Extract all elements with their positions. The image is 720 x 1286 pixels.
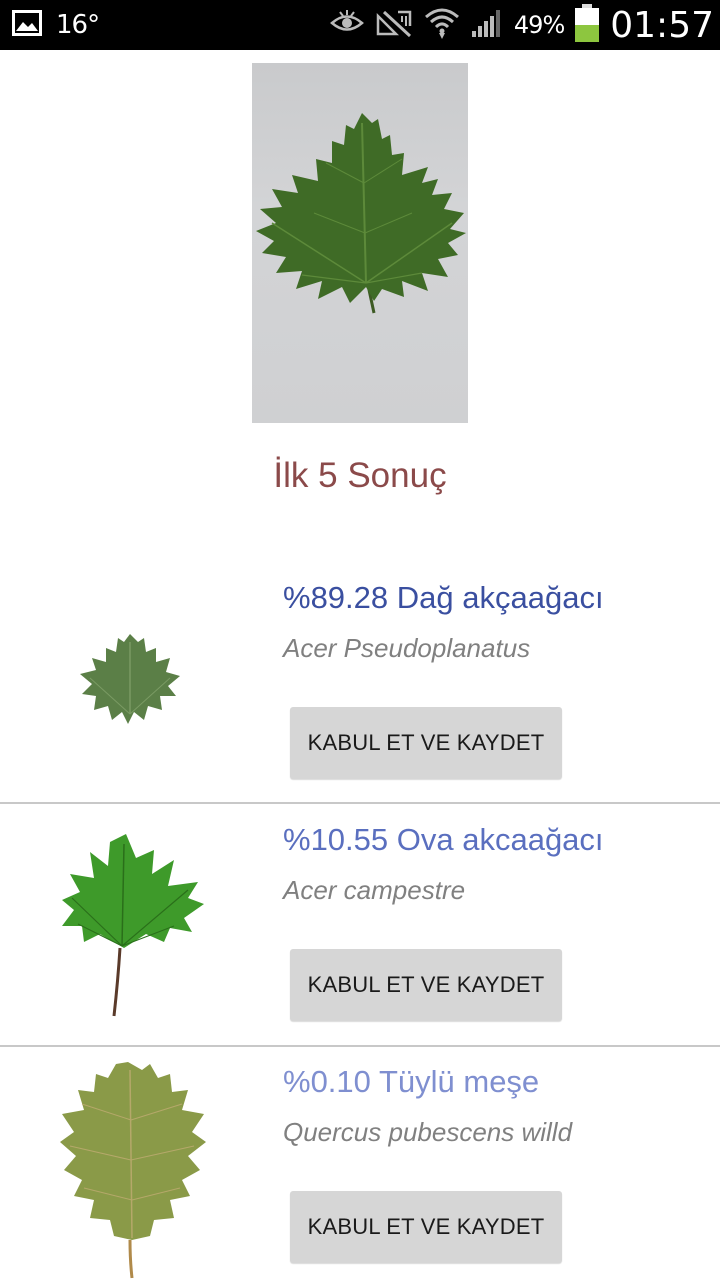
status-bar-left: 16° bbox=[12, 6, 100, 44]
battery-percent-text: 49% bbox=[513, 11, 565, 39]
result-row: %89.28 Dağ akçaağacı Acer Pseudoplanatus… bbox=[0, 562, 720, 802]
status-bar: 16° 49% 01:57 bbox=[0, 0, 720, 50]
result-row: %0.10 Tüylü meşe Quercus pubescens willd… bbox=[0, 1046, 720, 1286]
maple-leaf-photo-image bbox=[256, 113, 466, 314]
oak-leaf-icon bbox=[60, 1062, 206, 1279]
results-title: İlk 5 Sonuç bbox=[273, 456, 447, 495]
maple-leaf-icon bbox=[62, 834, 204, 1017]
result-name: %0.10 Tüylü meşe bbox=[283, 1064, 540, 1099]
accept-and-save-button[interactable]: KABUL ET VE KAYDET bbox=[290, 949, 562, 1021]
accept-and-save-button[interactable]: KABUL ET VE KAYDET bbox=[290, 707, 562, 779]
signal-icon bbox=[470, 7, 504, 44]
battery-icon bbox=[574, 3, 600, 48]
result-row: %10.55 Ova akcaağacı Acer campestre KABU… bbox=[0, 804, 720, 1044]
leaf-thumbnail bbox=[78, 630, 184, 733]
query-leaf-photo bbox=[252, 63, 468, 423]
leaf-thumbnail bbox=[58, 830, 208, 1025]
wifi-icon bbox=[424, 6, 460, 45]
gallery-icon bbox=[12, 9, 42, 41]
result-latin-name: Quercus pubescens willd bbox=[283, 1117, 573, 1147]
result-latin-name: Acer Pseudoplanatus bbox=[283, 633, 531, 663]
result-name: %89.28 Dağ akçaağacı bbox=[283, 580, 604, 615]
leaf-thumbnail bbox=[58, 1060, 208, 1285]
eye-icon bbox=[329, 9, 364, 41]
temperature-text: 16° bbox=[56, 10, 100, 40]
status-bar-right: 49% 01:57 bbox=[329, 3, 714, 48]
result-name: %10.55 Ova akcaağacı bbox=[283, 822, 604, 857]
mute-icon bbox=[374, 8, 414, 43]
maple-leaf-icon bbox=[80, 634, 180, 724]
clock-time: 01:57 bbox=[610, 4, 714, 46]
result-latin-name: Acer campestre bbox=[283, 875, 466, 905]
accept-and-save-button[interactable]: KABUL ET VE KAYDET bbox=[290, 1191, 562, 1263]
